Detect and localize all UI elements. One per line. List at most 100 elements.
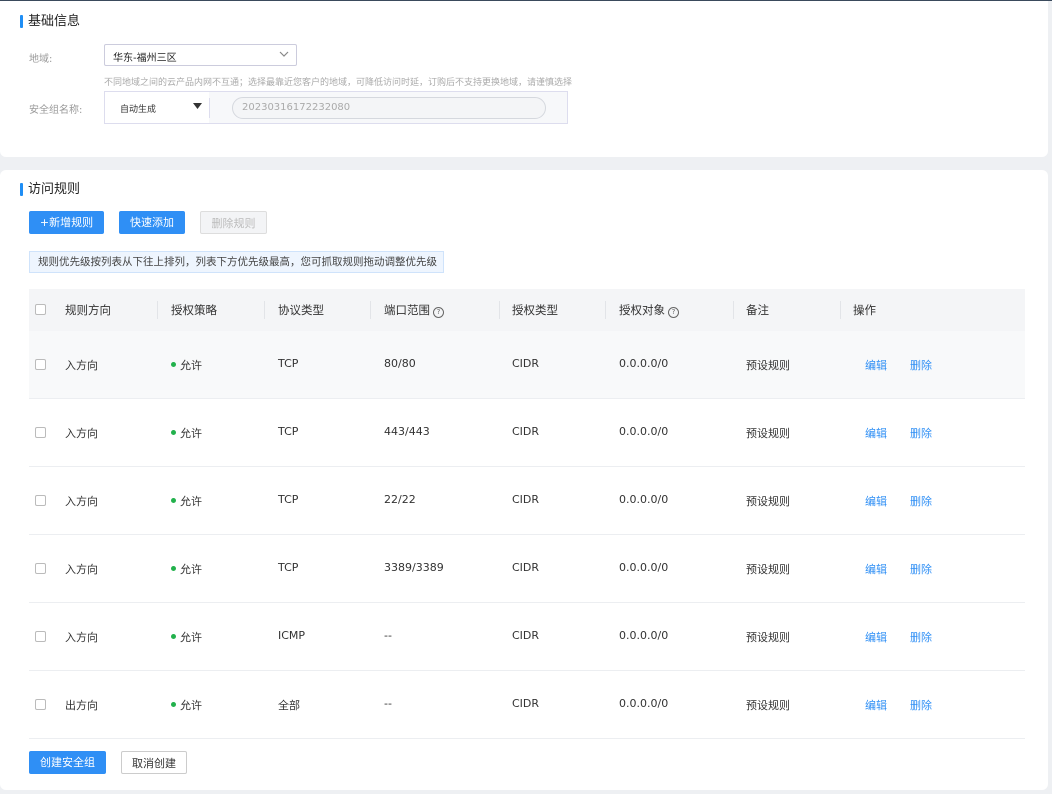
status-dot-icon: [171, 566, 176, 571]
edit-link[interactable]: 编辑: [865, 357, 887, 373]
policy-cell: 允许: [171, 425, 202, 441]
col-divider: [370, 301, 371, 319]
port-cell: --: [384, 629, 392, 642]
help-icon[interactable]: ?: [433, 307, 444, 318]
row-checkbox[interactable]: [35, 495, 46, 506]
delete-link[interactable]: 删除: [910, 493, 932, 509]
target-cell: 0.0.0.0/0: [619, 561, 669, 574]
port-cell: 443/443: [384, 425, 430, 438]
delete-rule-button[interactable]: 删除规则: [200, 211, 267, 234]
delete-link[interactable]: 删除: [910, 629, 932, 645]
table-row[interactable]: 入方向 允许 TCP 3389/3389 CIDR 0.0.0.0/0 预设规则 编辑 删除: [29, 535, 1025, 603]
col-note: 备注: [746, 303, 769, 317]
table-body: 入方向 允许 TCP 80/80 CIDR 0.0.0.0/0 预设规则 编辑 删除 入方向 允许 T…: [29, 331, 1025, 739]
direction-cell: 入方向: [65, 563, 98, 576]
table-row[interactable]: 入方向 允许 TCP 22/22 CIDR 0.0.0.0/0 预设规则 编辑 删除: [29, 467, 1025, 535]
direction-cell: 出方向: [65, 699, 98, 712]
note-cell: 预设规则: [746, 563, 790, 576]
col-target: 授权对象?: [619, 302, 679, 318]
edit-link[interactable]: 编辑: [865, 493, 887, 509]
access-rules-title: 访问规则: [20, 182, 80, 198]
delete-link[interactable]: 删除: [910, 561, 932, 577]
basic-info-card: 基础信息 地域: 华东-福州三区 不同地域之间的云产品内网不互通；选择最靠近您客…: [0, 1, 1048, 157]
row-checkbox[interactable]: [35, 699, 46, 710]
row-checkbox[interactable]: [35, 359, 46, 370]
quick-add-button[interactable]: 快速添加: [119, 211, 185, 234]
policy-label: 允许: [180, 359, 202, 372]
edit-link[interactable]: 编辑: [865, 561, 887, 577]
row-checkbox[interactable]: [35, 631, 46, 642]
help-icon[interactable]: ?: [668, 307, 679, 318]
edit-link[interactable]: 编辑: [865, 629, 887, 645]
target-cell: 0.0.0.0/0: [619, 357, 669, 370]
col-divider: [499, 301, 500, 319]
region-hint: 不同地域之间的云产品内网不互通；选择最靠近您客户的地域，可降低访问时延，订购后不…: [104, 78, 573, 88]
policy-label: 允许: [180, 631, 202, 644]
auth-type-cell: CIDR: [512, 493, 540, 506]
table-row[interactable]: 入方向 允许 TCP 443/443 CIDR 0.0.0.0/0 预设规则 编辑 删除: [29, 399, 1025, 467]
direction-cell: 入方向: [65, 495, 98, 508]
name-mode-value: 自动生成: [120, 105, 157, 115]
region-label: 地域:: [29, 54, 53, 65]
name-mode-select[interactable]: 自动生成: [105, 92, 209, 123]
name-label: 安全组名称:: [29, 105, 83, 116]
port-cell: 22/22: [384, 493, 416, 506]
region-select[interactable]: 华东-福州三区: [104, 44, 297, 66]
access-rules-card: 访问规则 +新增规则 快速添加 删除规则 规则优先级按列表从下往上排列，列表下方…: [0, 170, 1048, 790]
auth-type-cell: CIDR: [512, 697, 540, 710]
protocol-cell: TCP: [278, 493, 299, 506]
protocol-cell: ICMP: [278, 629, 306, 642]
edit-link[interactable]: 编辑: [865, 425, 887, 441]
auth-type-cell: CIDR: [512, 561, 540, 574]
protocol-cell: TCP: [278, 357, 299, 370]
delete-link[interactable]: 删除: [910, 357, 932, 373]
divider: [209, 98, 210, 118]
table-row[interactable]: 入方向 允许 ICMP -- CIDR 0.0.0.0/0 预设规则 编辑 删除: [29, 603, 1025, 671]
edit-link[interactable]: 编辑: [865, 697, 887, 713]
policy-label: 允许: [180, 495, 202, 508]
auth-type-cell: CIDR: [512, 425, 540, 438]
policy-cell: 允许: [171, 697, 202, 713]
row-checkbox[interactable]: [35, 563, 46, 574]
policy-cell: 允许: [171, 493, 202, 509]
note-cell: 预设规则: [746, 427, 790, 440]
col-protocol: 协议类型: [278, 303, 324, 317]
col-policy: 授权策略: [171, 303, 217, 317]
table-row[interactable]: 出方向 允许 全部 -- CIDR 0.0.0.0/0 预设规则 编辑 删除: [29, 671, 1025, 739]
target-cell: 0.0.0.0/0: [619, 493, 669, 506]
col-divider: [605, 301, 606, 319]
rules-table: 规则方向 授权策略 协议类型 端口范围? 授权类型 授权对象? 备注 操作 入方…: [29, 289, 1025, 739]
add-rule-button[interactable]: +新增规则: [29, 211, 104, 234]
delete-link[interactable]: 删除: [910, 425, 932, 441]
row-checkbox[interactable]: [35, 427, 46, 438]
col-divider: [733, 301, 734, 319]
policy-cell: 允许: [171, 629, 202, 645]
target-cell: 0.0.0.0/0: [619, 629, 669, 642]
policy-label: 允许: [180, 563, 202, 576]
note-cell: 预设规则: [746, 359, 790, 372]
port-cell: --: [384, 697, 392, 710]
status-dot-icon: [171, 430, 176, 435]
policy-cell: 允许: [171, 357, 202, 373]
col-divider: [264, 301, 265, 319]
cancel-create-button[interactable]: 取消创建: [121, 751, 187, 774]
table-row[interactable]: 入方向 允许 TCP 80/80 CIDR 0.0.0.0/0 预设规则 编辑 删除: [29, 331, 1025, 399]
status-dot-icon: [171, 498, 176, 503]
create-security-group-button[interactable]: 创建安全组: [29, 751, 106, 774]
note-cell: 预设规则: [746, 699, 790, 712]
select-all-checkbox[interactable]: [35, 304, 46, 315]
auth-type-cell: CIDR: [512, 357, 540, 370]
protocol-cell: 全部: [278, 699, 300, 712]
protocol-cell: TCP: [278, 561, 299, 574]
direction-cell: 入方向: [65, 359, 98, 372]
name-input-value: 20230316172232080: [242, 102, 351, 113]
name-input[interactable]: 20230316172232080: [232, 97, 546, 119]
port-cell: 3389/3389: [384, 561, 444, 574]
delete-link[interactable]: 删除: [910, 697, 932, 713]
policy-label: 允许: [180, 699, 202, 712]
target-cell: 0.0.0.0/0: [619, 697, 669, 710]
table-header: 规则方向 授权策略 协议类型 端口范围? 授权类型 授权对象? 备注 操作: [29, 289, 1025, 331]
note-cell: 预设规则: [746, 631, 790, 644]
col-divider: [840, 301, 841, 319]
col-auth-type: 授权类型: [512, 303, 558, 317]
